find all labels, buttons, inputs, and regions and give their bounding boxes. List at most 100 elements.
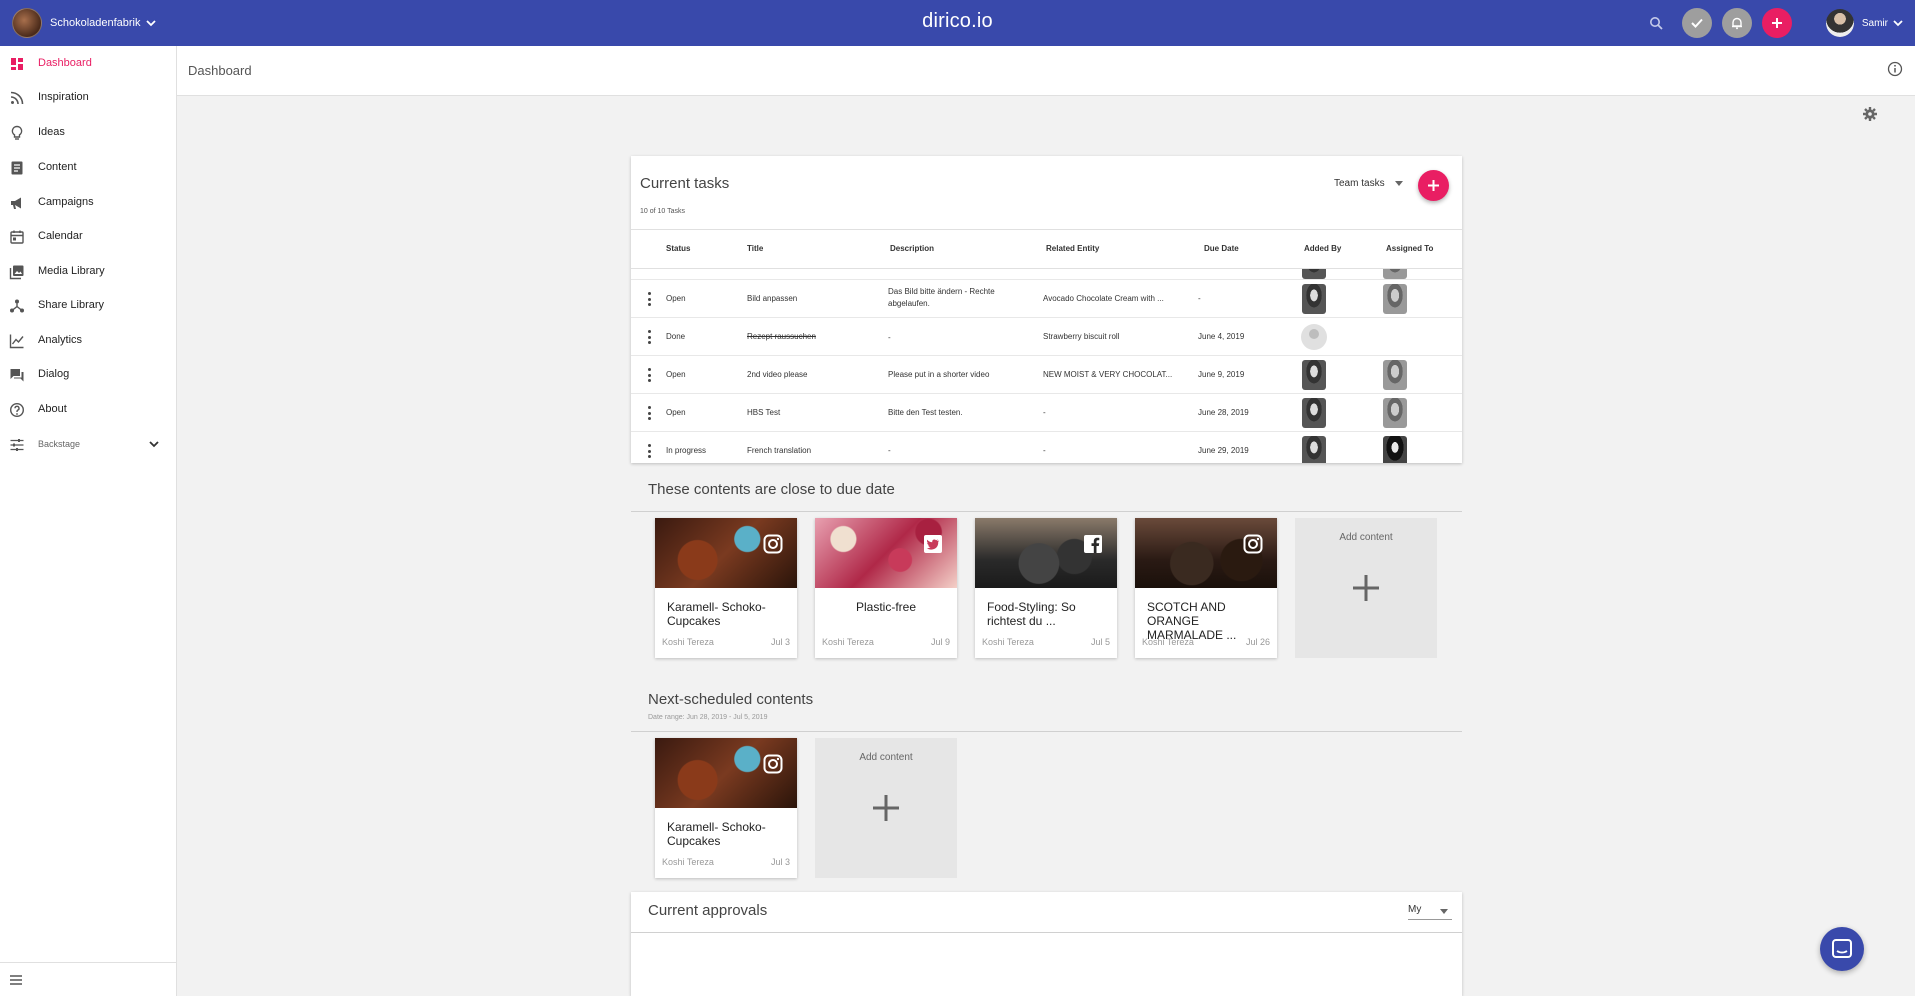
task-related-entity: - [1043,446,1046,455]
add-content-button[interactable]: Add content [815,738,957,878]
row-menu-button[interactable] [648,368,652,382]
task-due-date: June 28, 2019 [1198,408,1249,417]
sidebar-item-content[interactable]: Content [0,150,176,184]
approvals-title: Current approvals [648,902,768,919]
current-approvals-card: Current approvals My [631,892,1462,996]
chevron-down-icon [149,441,159,448]
table-row[interactable]: In progress French translation - - June … [631,432,1462,463]
content-date: Jul 9 [930,637,950,647]
add-task-button[interactable] [1418,170,1449,201]
sidebar-item-label: Dialog [38,368,70,380]
org-switcher[interactable]: Schokoladenfabrik [12,7,156,39]
column-header-added-by[interactable]: Added By [1304,244,1341,253]
support-chat-button[interactable] [1820,927,1864,971]
chat-bubble-icon [1832,939,1852,958]
content-author: Koshi Tereza [982,637,1034,647]
search-button[interactable] [1644,11,1668,35]
search-icon [1649,17,1663,30]
sidebar-item-ideas[interactable]: Ideas [0,115,176,149]
page-header: Dashboard [177,46,1915,96]
task-status: Open [666,408,686,417]
table-row[interactable]: Open Bild anpassen Das Bild bitte ändern… [631,280,1462,318]
task-related-entity: - [1043,408,1046,417]
menu-icon[interactable] [9,973,23,987]
approvals-filter-value: My [1408,904,1422,915]
sidebar-item-media-library[interactable]: Media Library [0,254,176,288]
row-menu-button[interactable] [648,406,652,420]
sidebar-item-label: Content [38,161,77,173]
task-title: Rezept raussuchen [747,332,816,341]
content-card[interactable]: Karamell- Schoko-Cupcakes Koshi Tereza J… [655,518,797,658]
sidebar-item-dialog[interactable]: Dialog [0,357,176,391]
notifications-button[interactable] [1721,8,1752,38]
sidebar-item-label: Calendar [38,230,83,242]
task-related-entity[interactable]: NEW MOIST & VERY CHOCOLAT... [1043,370,1172,379]
column-header-due-date[interactable]: Due Date [1204,244,1239,253]
sidebar-item-campaigns[interactable]: Campaigns [0,185,176,219]
content-title: SCOTCH AND ORANGE MARMALADE ... [1147,600,1237,642]
row-menu-button[interactable] [648,444,652,458]
task-description: Bitte den Test testen. [888,408,963,417]
column-header-title[interactable]: Title [747,244,763,253]
added-by-avatar [1302,436,1326,463]
task-related-entity[interactable]: Strawberry biscuit roll [1043,332,1119,341]
chevron-down-icon [145,20,156,27]
content-card[interactable]: SCOTCH AND ORANGE MARMALADE ... Koshi Te… [1135,518,1277,658]
table-row[interactable]: Open 2nd video please Please put in a sh… [631,356,1462,394]
user-name: Samir [1861,17,1888,29]
sidebar-item-label: Media Library [38,265,105,277]
sidebar-item-about[interactable]: About [0,392,176,426]
tasks-table-header: Status Title Description Related Entity … [631,229,1462,269]
sidebar-item-calendar[interactable]: Calendar [0,219,176,253]
due-section-title: These contents are close to due date [648,481,895,498]
row-menu-button[interactable] [648,330,652,344]
row-menu-button[interactable] [648,292,652,306]
current-tasks-card: Current tasks 10 of 10 Tasks Team tasks … [631,156,1462,463]
assigned-to-avatar [1383,360,1407,390]
content-date: Jul 3 [770,857,790,867]
sidebar-item-label: Ideas [38,126,65,138]
table-row[interactable]: Open HBS Test Bitte den Test testen. - J… [631,394,1462,432]
task-due-date: - [1198,294,1201,303]
sidebar-item-dashboard[interactable]: Dashboard [0,46,176,80]
tasks-count: 10 of 10 Tasks [640,208,686,215]
plus-icon [1428,180,1439,191]
settings-icon[interactable] [1862,106,1878,122]
content-card[interactable]: Food-Styling: So richtest du ... Koshi T… [975,518,1117,658]
user-menu[interactable]: Samir [1825,9,1903,37]
team-tasks-select[interactable]: Team tasks [1334,178,1403,189]
instagram-icon [763,754,783,774]
sidebar-item-inspiration[interactable]: Inspiration [0,80,176,114]
content-card[interactable]: Karamell- Schoko-Cupcakes Koshi Tereza J… [655,738,797,878]
instagram-icon [1243,534,1263,554]
assigned-to-avatar [1383,398,1407,428]
section-divider [631,511,1462,512]
sidebar-item-analytics[interactable]: Analytics [0,323,176,357]
sidebar-item-share-library[interactable]: Share Library [0,288,176,322]
photo-library-icon [9,265,24,280]
plus-icon [1353,575,1379,601]
sidebar-item-label: About [38,403,67,415]
task-related-entity[interactable]: Avocado Chocolate Cream with ... [1043,294,1164,303]
dropdown-caret-icon [1440,909,1448,914]
table-row[interactable] [631,269,1462,280]
sidebar-item-backstage[interactable]: Backstage [0,427,176,461]
add-content-button[interactable]: Add content [1295,518,1437,658]
add-content-label: Add content [1339,532,1393,543]
info-icon[interactable] [1887,61,1903,77]
sidebar: Dashboard Inspiration Ideas Content Camp… [0,46,177,996]
column-header-assigned-to[interactable]: Assigned To [1386,244,1433,253]
tasks-button[interactable] [1681,8,1712,38]
next-section-title: Next-scheduled contents [648,691,814,708]
content-card[interactable]: Plastic-free Koshi Tereza Jul 9 [815,518,957,658]
table-row[interactable]: Done Rezept raussuchen - Strawberry bisc… [631,318,1462,356]
column-header-description[interactable]: Description [890,244,934,253]
create-button[interactable] [1761,8,1792,38]
lightbulb-icon [11,125,23,140]
column-header-related-entity[interactable]: Related Entity [1046,244,1099,253]
column-header-status[interactable]: Status [666,244,690,253]
plus-icon [873,795,899,821]
approvals-filter-select[interactable]: My [1408,904,1452,920]
task-title: French translation [747,446,812,455]
task-due-date: June 9, 2019 [1198,370,1245,379]
